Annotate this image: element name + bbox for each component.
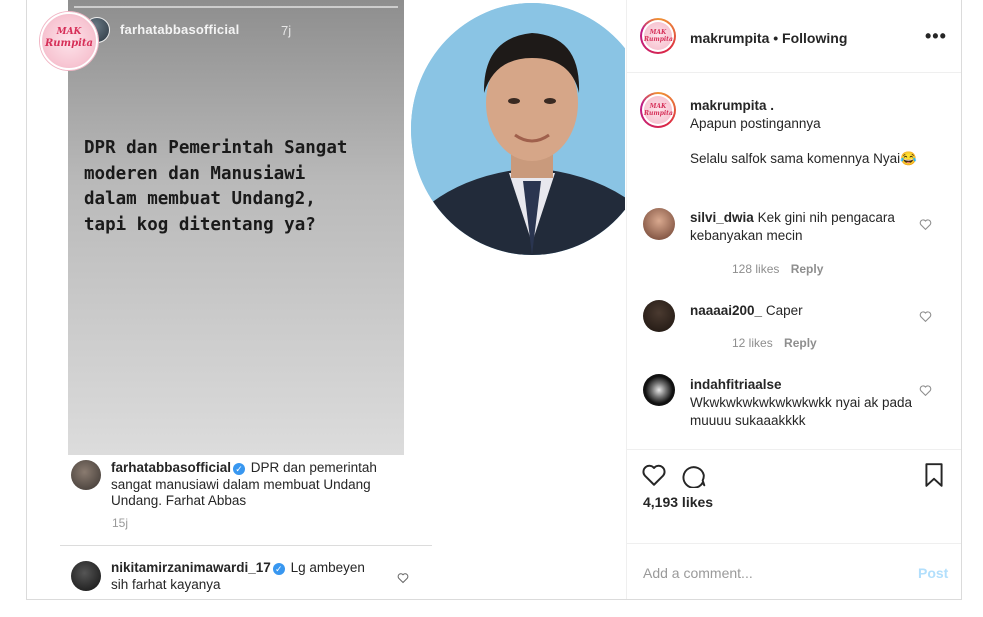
story-progress-bar (74, 6, 398, 8)
post-line2: Selalu salfok sama komennya Nyai😂 (690, 151, 917, 166)
verified-icon: ✓ (272, 563, 285, 575)
header-separator: • (773, 30, 779, 46)
comment-avatar[interactable] (643, 208, 675, 240)
more-options-icon[interactable]: ••• (925, 26, 947, 47)
reply-button[interactable]: Reply (791, 262, 824, 276)
comment: naaaai200_ Caper (690, 302, 920, 320)
close-icon (415, 20, 437, 42)
header-avatar[interactable]: MAK Rumpita (640, 18, 676, 54)
comment-likes[interactable]: 128 likes (732, 262, 779, 276)
portrait-photo (409, 1, 625, 257)
caption-avatar (71, 460, 101, 490)
post-line1: Apapun postingannya (690, 116, 821, 131)
brand-logo-text-top: MAK (56, 27, 82, 37)
add-comment-bar: Post (627, 543, 961, 600)
comment-username[interactable]: indahfitriaalse (690, 376, 920, 394)
reply-button[interactable]: Reply (784, 336, 817, 350)
header-username[interactable]: makrumpita (690, 30, 769, 46)
heart-icon (397, 573, 409, 584)
post-caption: makrumpita . Apapun postingannya Selalu … (690, 97, 920, 168)
add-comment-input[interactable] (643, 565, 893, 581)
caption-username: farhatabbasofficial (111, 460, 232, 475)
caption-time: 15j (112, 516, 129, 530)
reply-comment: nikitamirzanimawardi_17 ✓ Lg ambeyen sih … (111, 560, 381, 593)
post-avatar[interactable]: MAK Rumpita (640, 92, 676, 128)
comment-meta: 12 likes Reply (732, 336, 817, 350)
divider (60, 545, 432, 546)
header-username-row: makrumpita • Following (690, 30, 847, 46)
comment-avatar[interactable] (643, 374, 675, 406)
brand-logo: MAK Rumpita (40, 12, 98, 70)
post-username[interactable]: makrumpita . (690, 97, 920, 115)
heart-icon[interactable] (919, 218, 932, 231)
reply-username: nikitamirzanimawardi_17 (111, 560, 271, 575)
comment-meta: 128 likes Reply (732, 262, 823, 276)
comment-text: Caper (765, 303, 803, 318)
heart-icon[interactable] (919, 384, 932, 397)
heart-icon[interactable] (919, 310, 932, 323)
caption: farhatabbasofficial ✓ DPR dan pemerintah … (111, 460, 391, 510)
comment: indahfitriaalse Wkwkwkwkwkwkwkwkk nyai a… (690, 376, 920, 430)
comment-username[interactable]: silvi_dwia (690, 210, 754, 225)
comment-username[interactable]: naaaai200_ (690, 303, 762, 318)
bookmark-icon[interactable] (921, 462, 947, 488)
verified-icon: ✓ (233, 463, 246, 475)
comment: silvi_dwia Kek gini nih pengacara kebany… (690, 209, 920, 245)
story-screenshot: farhatabbasofficial 7j DPR dan Pemerinta… (68, 0, 435, 455)
follow-status[interactable]: Following (782, 30, 847, 46)
post-sidebar: MAK Rumpita makrumpita • Following ••• MA… (626, 0, 961, 599)
comment-text: Wkwkwkwkwkwkwkwkk nyai ak pada muuuu suk… (690, 395, 913, 428)
like-heart-icon[interactable] (641, 462, 667, 488)
reply-avatar (71, 561, 101, 591)
comment-likes[interactable]: 12 likes (732, 336, 773, 350)
likes-count[interactable]: 4,193 likes (643, 494, 713, 510)
story-text: DPR dan Pemerintah Sangat moderen dan Ma… (84, 138, 348, 235)
story-username: farhatabbasofficial (120, 22, 240, 37)
post-header: MAK Rumpita makrumpita • Following ••• (627, 0, 961, 73)
post-button[interactable]: Post (918, 565, 948, 581)
story-time: 7j (281, 23, 292, 38)
post-image[interactable]: farhatabbasofficial 7j DPR dan Pemerinta… (27, 0, 625, 599)
comment-bubble-icon[interactable] (681, 462, 707, 488)
comment-avatar[interactable] (643, 300, 675, 332)
brand-logo-text-bottom: Rumpita (44, 38, 94, 49)
